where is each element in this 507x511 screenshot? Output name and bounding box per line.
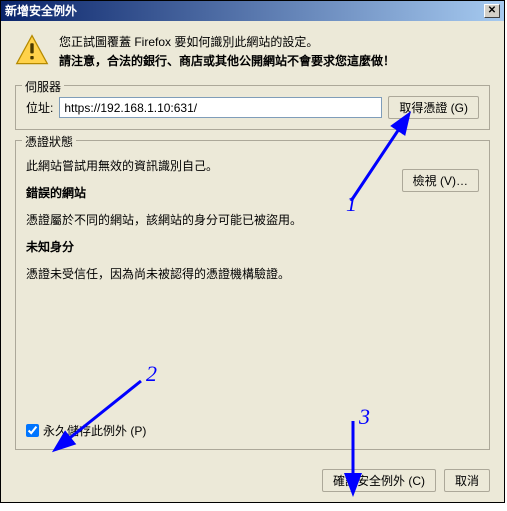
close-icon[interactable]: ✕ <box>484 4 500 18</box>
dialog-window: 新增安全例外 ✕ 您正試圖覆蓋 Firefox 要如何識別此網站的設定。 請注意… <box>0 0 505 503</box>
server-group: 伺服器 位址: 取得憑證 (G) <box>15 85 490 130</box>
unknown-identity-line: 憑證未受信任，因為尚未被認得的憑證機構驗證。 <box>26 265 479 282</box>
status-legend: 憑證狀態 <box>22 133 76 150</box>
confirm-exception-button[interactable]: 確認安全例外 (C) <box>322 469 436 492</box>
annotation-2: 2 <box>146 361 157 387</box>
titlebar: 新增安全例外 ✕ <box>1 1 504 21</box>
permanent-store-checkbox[interactable] <box>26 424 39 437</box>
warning-text: 您正試圖覆蓋 Firefox 要如何識別此網站的設定。 請注意，合法的銀行、商店… <box>59 33 490 71</box>
cancel-button[interactable]: 取消 <box>444 469 490 492</box>
warning-line1: 您正試圖覆蓋 Firefox 要如何識別此網站的設定。 <box>59 33 490 52</box>
annotation-1: 1 <box>346 191 357 217</box>
permanent-store-label: 永久儲存此例外 (P) <box>43 422 146 439</box>
dialog-footer: 確認安全例外 (C) 取消 <box>322 469 490 492</box>
unknown-identity-heading: 未知身分 <box>26 238 479 255</box>
cert-status-group: 憑證狀態 此網站嘗試用無效的資訊識別自己。 檢視 (V)… 錯誤的網站 憑證屬於… <box>15 140 490 450</box>
view-certificate-button[interactable]: 檢視 (V)… <box>402 169 479 192</box>
server-legend: 伺服器 <box>22 78 64 95</box>
get-certificate-button[interactable]: 取得憑證 (G) <box>388 96 479 119</box>
warning-row: 您正試圖覆蓋 Firefox 要如何識別此網站的設定。 請注意，合法的銀行、商店… <box>15 33 490 71</box>
permanent-store-row[interactable]: 永久儲存此例外 (P) <box>26 422 146 439</box>
dialog-content: 您正試圖覆蓋 Firefox 要如何識別此網站的設定。 請注意，合法的銀行、商店… <box>1 21 504 502</box>
location-label: 位址: <box>26 99 53 116</box>
warning-line2: 請注意，合法的銀行、商店或其他公開網站不會要求您這麼做！ <box>59 52 490 71</box>
warning-icon <box>15 33 49 71</box>
wrong-site-line: 憑證屬於不同的網站，該網站的身分可能已被盜用。 <box>26 211 479 228</box>
window-title: 新增安全例外 <box>5 1 77 21</box>
location-input[interactable] <box>59 97 382 118</box>
annotation-3: 3 <box>359 404 370 430</box>
